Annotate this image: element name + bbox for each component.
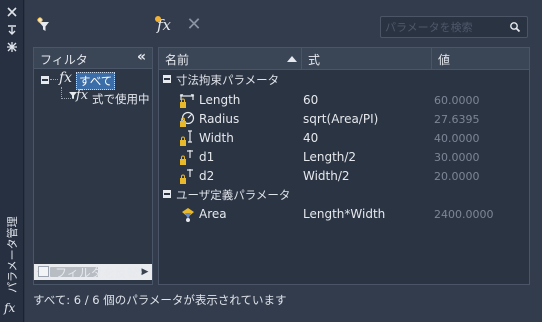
status-bar: すべて: 6 / 6 個のパラメータが表示されています xyxy=(33,293,287,307)
linear-dim-lock-icon xyxy=(180,150,193,165)
search-icon[interactable] xyxy=(509,21,521,33)
fx-icon: fx xyxy=(4,301,16,315)
parameter-row[interactable]: Width 40 40.0000 xyxy=(159,129,529,148)
collapse-group-icon[interactable] xyxy=(163,75,171,83)
properties-icon[interactable] xyxy=(5,40,19,54)
parameters-grid: 名前 式 値 寸法拘束パラメータ Length 60 60.0000 Radiu… xyxy=(158,47,530,285)
column-header-value[interactable]: 値 xyxy=(432,48,529,69)
parameter-row[interactable]: Length 60 60.0000 xyxy=(159,91,529,110)
palette-title: パラメータ管理 xyxy=(6,216,19,293)
tree-item-all[interactable]: fx すべて xyxy=(34,70,152,90)
collapse-node-icon[interactable] xyxy=(41,76,49,84)
vertical-dim-lock-icon xyxy=(180,130,192,146)
create-filter-icon[interactable] xyxy=(35,14,55,36)
new-user-parameter-icon[interactable]: fx xyxy=(155,14,179,36)
parameter-row[interactable]: d2 Width/2 20.0000 xyxy=(159,167,529,186)
parameter-row[interactable]: Area Length*Width 2400.0000 xyxy=(159,205,529,224)
tree-item-in-expression[interactable]: fx 式で使用中 xyxy=(34,87,152,107)
collapse-filter-button[interactable]: « xyxy=(134,262,143,278)
collapse-group-icon[interactable] xyxy=(163,190,171,198)
search-input[interactable] xyxy=(385,19,503,35)
parameter-row[interactable]: d1 Length/2 30.0000 xyxy=(159,148,529,167)
filter-panel: フィルタ « fx すべて fx 式で使用中 ◀ ▶ xyxy=(33,47,153,285)
invert-filter-row: フィルタを反転 « xyxy=(33,262,153,282)
column-header-expression[interactable]: 式 xyxy=(302,48,432,69)
filter-tree: fx すべて fx 式で使用中 ◀ ▶ xyxy=(33,69,153,285)
sort-ascending-icon xyxy=(287,56,297,62)
invert-filter-label: フィルタを反転 xyxy=(55,266,139,280)
auto-hide-icon[interactable] xyxy=(5,23,19,37)
palette-title-strip: パラメータ管理 fx xyxy=(0,0,24,322)
radius-dim-lock-icon xyxy=(180,111,195,127)
parameters-manager: fx ✕ フィルタ « fx すべて fx xyxy=(25,0,542,322)
grid-header: 名前 式 値 xyxy=(159,48,529,70)
fx-icon: fx xyxy=(76,88,89,103)
linear-dim-lock-icon xyxy=(180,169,193,184)
filter-header: フィルタ « xyxy=(33,47,153,69)
column-header-name[interactable]: 名前 xyxy=(159,48,302,69)
close-icon[interactable] xyxy=(5,5,19,19)
group-dimensional-parameters[interactable]: 寸法拘束パラメータ xyxy=(159,70,529,89)
collapse-filter-button[interactable]: « xyxy=(137,49,146,65)
fx-icon: fx xyxy=(59,70,73,86)
user-param-icon xyxy=(182,208,194,222)
filter-title: フィルタ xyxy=(40,53,88,67)
group-user-parameters[interactable]: ユーザ定義パラメータ xyxy=(159,185,529,204)
linear-dim-lock-icon xyxy=(179,94,195,108)
parameter-row[interactable]: Radius sqrt(Area/PI) 27.6395 xyxy=(159,110,529,129)
delete-parameter-icon[interactable]: ✕ xyxy=(185,14,203,36)
tree-item-label: 式で使用中 xyxy=(92,92,150,106)
search-box[interactable] xyxy=(380,16,528,38)
invert-filter-checkbox[interactable] xyxy=(38,266,49,277)
